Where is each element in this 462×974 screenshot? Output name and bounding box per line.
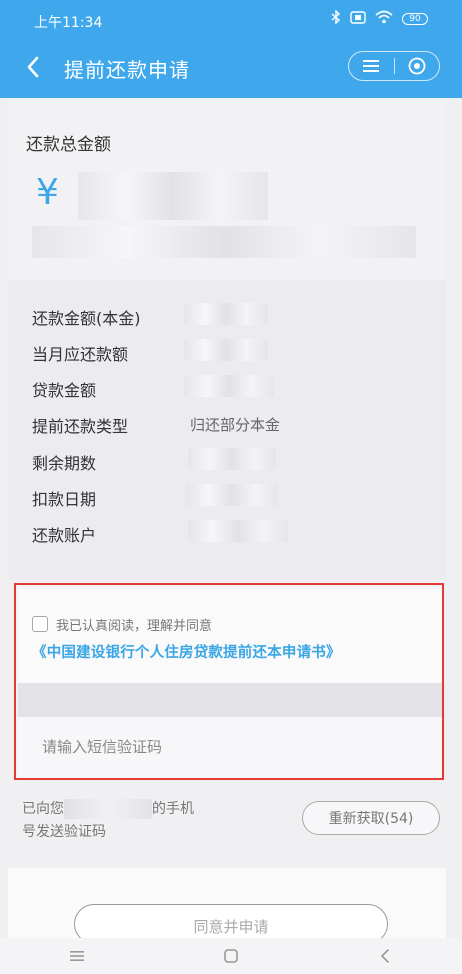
detail-label: 提前还款类型 [32, 417, 129, 436]
detail-value-mask [186, 484, 278, 506]
detail-label: 当月应还款额 [32, 345, 129, 364]
back-arrow-icon [381, 949, 389, 963]
app-header: 上午11:34 90 提前还款申请 [0, 0, 462, 98]
section-divider [18, 683, 442, 717]
resend-code-button[interactable]: 重新获取(54) [302, 801, 440, 835]
page-title: 提前还款申请 [64, 58, 190, 82]
phone-number-mask [64, 799, 152, 819]
status-icons: 90 [331, 9, 428, 27]
menu-lines-icon [70, 951, 84, 961]
repayment-type-value: 归还部分本金 [190, 416, 281, 434]
menu-button[interactable] [349, 52, 394, 80]
sms-code-input[interactable] [42, 735, 422, 759]
nav-menu-button[interactable] [47, 942, 107, 970]
sms-code-field [18, 717, 442, 777]
agreement-checkbox[interactable] [32, 616, 48, 632]
mini-capsule [348, 51, 440, 81]
total-amount-label: 还款总金额 [26, 135, 111, 155]
amount-words-mask [32, 226, 416, 258]
detail-label: 剩余期数 [32, 454, 97, 473]
wifi-icon [375, 10, 393, 27]
detail-label: 扣款日期 [32, 490, 97, 509]
chevron-left-icon [27, 56, 39, 78]
agreement-text: 我已认真阅读，理解并同意 [56, 619, 213, 634]
detail-value-mask [184, 339, 268, 361]
detail-value-mask [188, 448, 276, 470]
battery-icon: 90 [402, 12, 428, 25]
close-app-button[interactable] [395, 52, 440, 80]
nav-home-button[interactable] [201, 942, 261, 970]
sms-notice: 已向您 的手机 号发送验证码 [22, 798, 242, 844]
menu-icon [363, 60, 380, 72]
amount-mask [78, 172, 268, 220]
back-button[interactable] [18, 52, 48, 82]
detail-label: 贷款金额 [32, 381, 97, 400]
sim-icon [350, 10, 366, 27]
system-nav-bar [0, 938, 462, 974]
sms-text-line2: 号发送验证码 [22, 824, 106, 840]
detail-value-mask [188, 520, 288, 542]
currency-symbol: ¥ [36, 172, 59, 213]
detail-label: 还款账户 [32, 526, 97, 545]
sms-text-before: 已向您 [22, 801, 64, 817]
detail-value-mask [184, 303, 268, 325]
target-icon [408, 57, 426, 75]
agreement-link[interactable]: 《中国建设银行个人住房贷款提前还本申请书》 [32, 641, 341, 662]
status-time: 上午11:34 [34, 15, 103, 31]
sms-text-after: 的手机 [152, 801, 194, 817]
phone-screen: 上午11:34 90 提前还款申请 还款总金额 ¥ 还款金额(本金) 当月应还款… [0, 0, 462, 974]
agreement-panel [18, 588, 442, 686]
detail-label: 还款金额(本金) [32, 309, 141, 328]
home-square-icon [224, 949, 238, 963]
nav-back-button[interactable] [355, 942, 415, 970]
detail-value-mask [184, 375, 274, 397]
bluetooth-icon [331, 9, 341, 27]
